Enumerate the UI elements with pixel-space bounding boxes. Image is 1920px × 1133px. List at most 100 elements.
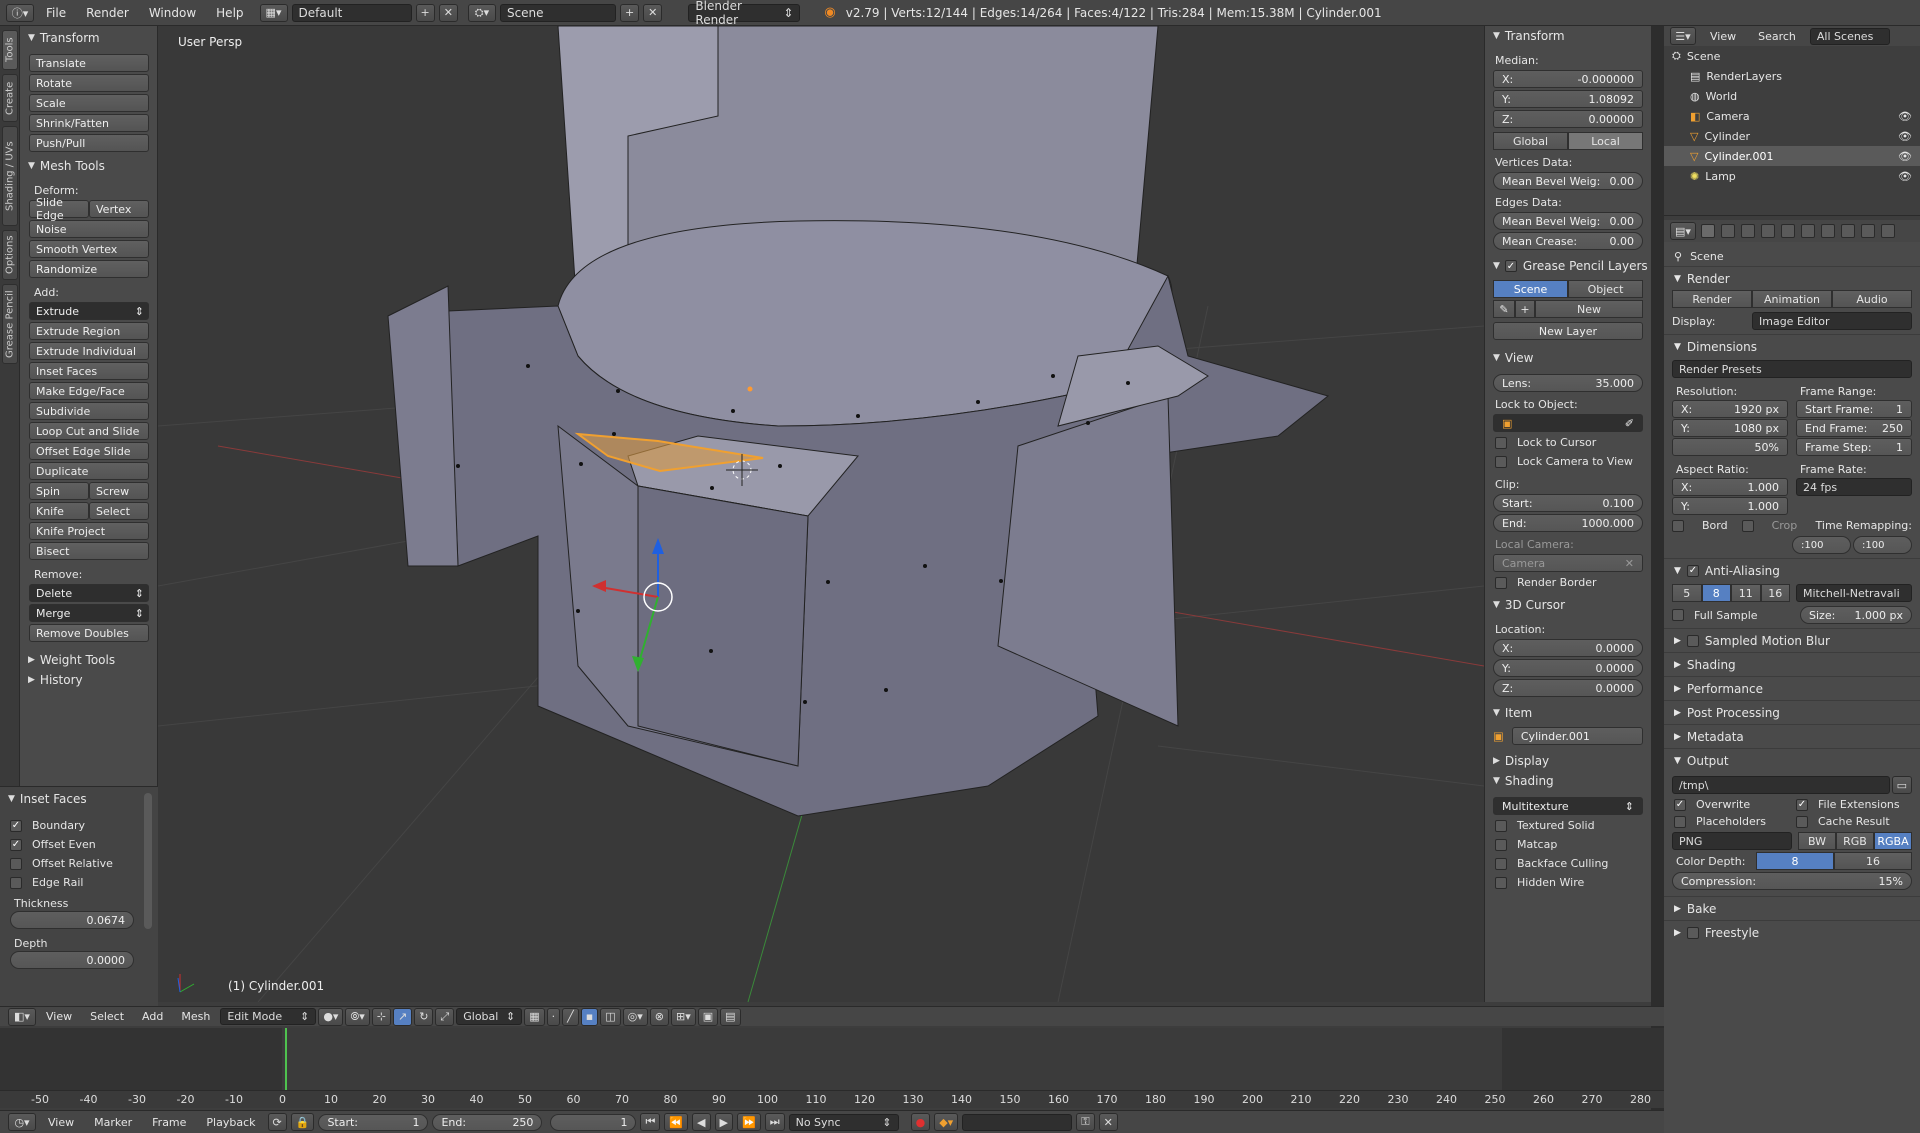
screen-layout-icon[interactable]: ▦▾ [259, 3, 288, 22]
offset-edge-slide-button[interactable]: Offset Edge Slide [29, 442, 149, 460]
inset-faces-operator-header[interactable]: ▼ Inset Faces [0, 789, 158, 809]
jump-end-icon[interactable]: ⏭ [764, 1113, 785, 1131]
render-border-checkbox[interactable]: Render Border [1495, 576, 1641, 589]
aspect-y-field[interactable]: Y: 1.000 [1672, 497, 1788, 515]
transform-panel-header[interactable]: ▼ Transform [1485, 26, 1651, 46]
freestyle-panel-header[interactable]: ▶ Freestyle [1664, 920, 1920, 944]
tab-grease-pencil[interactable]: Grease Pencil [2, 284, 18, 364]
3d-viewport[interactable]: User Persp (1) Cylinder.001 [158, 26, 1484, 1002]
add-scene-button[interactable]: + [619, 3, 640, 22]
lock-object-field[interactable]: ▣ ✐ [1493, 414, 1643, 432]
edge-select-icon[interactable]: ╱ [562, 1007, 579, 1026]
viewport-shading-icon[interactable]: ●▾ [318, 1007, 344, 1026]
extrude-individual-button[interactable]: Extrude Individual [29, 342, 149, 360]
display-panel-header[interactable]: ▶ Display [1485, 751, 1651, 771]
sync-mode-select[interactable]: No Sync ⇕ [788, 1113, 899, 1131]
vertex-bevel-weight-field[interactable]: Mean Bevel Weig: 0.00 [1493, 172, 1643, 190]
scale-button[interactable]: Scale [29, 94, 149, 112]
3d-view-editor-icon[interactable]: ◧▾ [8, 1007, 36, 1026]
editor-type-info-button[interactable]: ⓘ▾ [6, 3, 34, 22]
local-button[interactable]: Local [1568, 132, 1643, 150]
animation-button[interactable]: Animation [1752, 290, 1832, 308]
operator-scrollbar[interactable] [144, 793, 152, 929]
tab-shading-uvs[interactable]: Shading / UVs [2, 126, 18, 226]
matcap-checkbox[interactable]: Matcap [1495, 838, 1641, 851]
proportional-editing-icon[interactable]: ◎▾ [622, 1007, 648, 1026]
jump-start-icon[interactable]: ⏮ [640, 1113, 661, 1131]
menu-file[interactable]: File [38, 6, 74, 20]
view-panel-header[interactable]: ▼ View [1485, 348, 1651, 368]
knife-select-button[interactable]: Select [89, 502, 149, 520]
extrude-menu[interactable]: Extrude ⇕ [29, 302, 149, 320]
checkbox-box[interactable] [1686, 634, 1699, 647]
full-sample-checkbox[interactable] [1672, 609, 1684, 621]
border-checkbox[interactable] [1672, 519, 1684, 532]
resolution-percent-field[interactable]: 50% [1672, 438, 1788, 456]
end-frame-field[interactable]: End: 250 [432, 1113, 543, 1131]
view-menu[interactable]: View [38, 1010, 80, 1023]
anti-aliasing-panel-header[interactable]: ▼ ✓ Anti-Aliasing [1664, 558, 1920, 582]
menu-window[interactable]: Window [141, 6, 204, 20]
metadata-panel-header[interactable]: ▶ Metadata [1664, 724, 1920, 748]
gp-new-button[interactable]: New [1535, 300, 1643, 318]
prev-keyframe-icon[interactable]: ⏪ [664, 1113, 689, 1131]
mode-select[interactable]: Edit Mode ⇕ [220, 1008, 317, 1025]
gp-object-button[interactable]: Object [1568, 280, 1643, 298]
frame-menu[interactable]: Frame [144, 1116, 194, 1129]
median-x-field[interactable]: X: -0.000000 [1493, 70, 1643, 88]
thickness-field[interactable]: 0.0674 [10, 911, 134, 929]
boundary-checkbox[interactable]: ✓ Boundary [10, 819, 148, 832]
manipulator-toggle-icon[interactable]: ⊹ [371, 1007, 391, 1026]
time-old-field[interactable]: :100 [1792, 536, 1851, 554]
play-reverse-icon[interactable]: ◀ [692, 1113, 711, 1131]
visibility-eye-icon[interactable]: 👁 [1898, 170, 1912, 183]
occlude-geometry-icon[interactable]: ◫ [600, 1007, 621, 1026]
make-edge-face-button[interactable]: Make Edge/Face [29, 382, 149, 400]
scene-field[interactable]: Scene [499, 3, 616, 22]
mean-crease-field[interactable]: Mean Crease: 0.00 [1493, 232, 1643, 250]
resolution-x-field[interactable]: X: 1920 px [1672, 400, 1788, 418]
aa-filter-select[interactable]: Mitchell-Netravali [1796, 584, 1912, 602]
translate-button[interactable]: Translate [29, 54, 149, 72]
visibility-eye-icon[interactable]: 👁 [1898, 130, 1912, 143]
menu-render[interactable]: Render [78, 6, 137, 20]
randomize-button[interactable]: Randomize [29, 260, 149, 278]
aa-16-button[interactable]: 16 [1760, 584, 1790, 602]
output-path-field[interactable]: /tmp\ [1672, 776, 1890, 794]
tab-tools[interactable]: Tools [2, 30, 18, 70]
hidden-wire-checkbox[interactable]: Hidden Wire [1495, 876, 1641, 889]
inset-faces-button[interactable]: Inset Faces [29, 362, 149, 380]
render-preview-icon[interactable]: ▣ [697, 1007, 719, 1026]
gp-scene-button[interactable]: Scene [1493, 280, 1568, 298]
keying-set-field[interactable] [962, 1113, 1073, 1131]
checkmark-icon[interactable]: ✓ [1686, 564, 1699, 577]
vertex-select-icon[interactable]: · [546, 1007, 561, 1026]
cursor-x-field[interactable]: X: 0.0000 [1493, 639, 1643, 657]
backface-culling-checkbox[interactable]: Backface Culling [1495, 857, 1641, 870]
post-processing-panel-header[interactable]: ▶ Post Processing [1664, 700, 1920, 724]
item-panel-header[interactable]: ▼ Item [1485, 703, 1651, 723]
end-frame-field[interactable]: End Frame: 250 [1796, 419, 1912, 437]
modifiers-context-icon[interactable] [1821, 224, 1835, 238]
textured-solid-checkbox[interactable]: Textured Solid [1495, 819, 1641, 832]
object-context-icon[interactable] [1781, 224, 1795, 238]
frame-step-field[interactable]: Frame Step: 1 [1796, 438, 1912, 456]
outliner-item-renderlayers[interactable]: ▤ RenderLayers [1664, 66, 1920, 86]
subdivide-button[interactable]: Subdivide [29, 402, 149, 420]
cursor-z-field[interactable]: Z: 0.0000 [1493, 679, 1643, 697]
folder-icon[interactable]: ▭ [1891, 776, 1912, 794]
start-frame-field[interactable]: Start Frame: 1 [1796, 400, 1912, 418]
add-layout-button[interactable]: + [415, 3, 435, 22]
next-keyframe-icon[interactable]: ⏩ [736, 1113, 761, 1131]
output-panel-header[interactable]: ▼ Output [1664, 748, 1920, 772]
mesh-tools-panel-header[interactable]: ▼ Mesh Tools [20, 156, 157, 176]
offset-relative-checkbox[interactable]: Offset Relative [10, 857, 148, 870]
shading-mode-select[interactable]: Multitexture ⇕ [1493, 797, 1643, 815]
slide-vertex-button[interactable]: Vertex [89, 200, 149, 218]
smooth-vertex-button[interactable]: Smooth Vertex [29, 240, 149, 258]
lens-field[interactable]: Lens: 35.000 [1493, 374, 1643, 392]
remove-layout-button[interactable]: ✕ [438, 3, 458, 22]
shading-panel-header[interactable]: ▼ Shading [1485, 771, 1651, 791]
outliner-item-lamp[interactable]: ✺ Lamp 👁 [1664, 166, 1920, 186]
constraints-context-icon[interactable] [1801, 224, 1815, 238]
